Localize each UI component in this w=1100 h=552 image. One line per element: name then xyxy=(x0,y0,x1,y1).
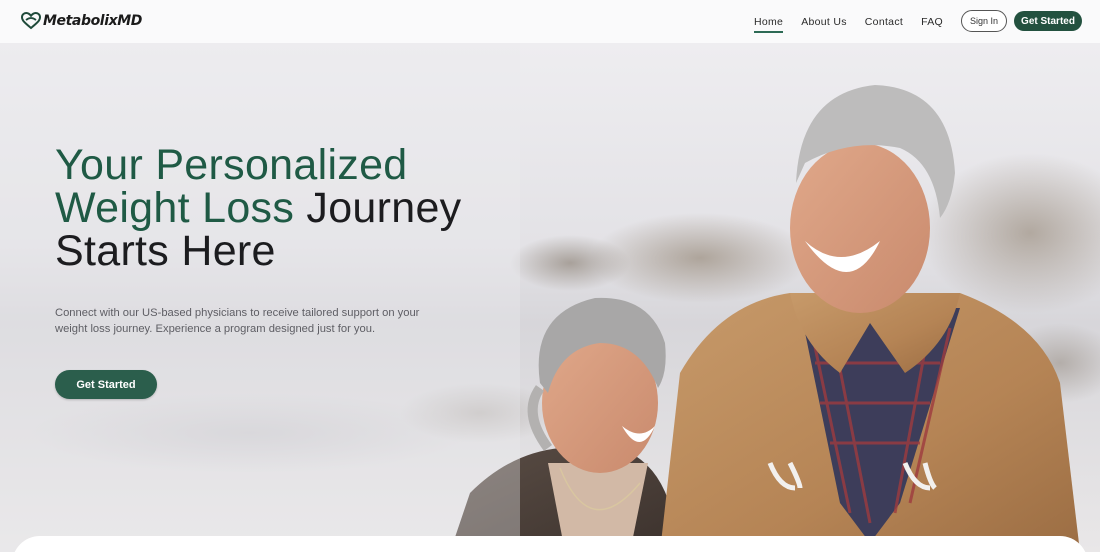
main-nav: Home About Us Contact FAQ xyxy=(736,0,943,43)
hero-get-started-button[interactable]: Get Started xyxy=(55,370,157,399)
logo[interactable]: MetabolixMD xyxy=(21,12,142,30)
site-header: MetabolixMD Home About Us Contact FAQ Si… xyxy=(0,0,1100,43)
hero-subtext: Connect with our US-based physicians to … xyxy=(55,307,420,335)
nav-about-us[interactable]: About Us xyxy=(801,13,847,31)
nav-faq[interactable]: FAQ xyxy=(921,13,943,31)
heart-logo-icon xyxy=(21,12,41,30)
header-get-started-button[interactable]: Get Started xyxy=(1014,11,1082,31)
nav-home[interactable]: Home xyxy=(753,13,784,33)
nav-contact[interactable]: Contact xyxy=(865,13,903,31)
logo-text: MetabolixMD xyxy=(43,13,142,29)
hero-headline: Your Personalized Weight Loss Journey St… xyxy=(55,144,515,273)
hero-section: Your Personalized Weight Loss Journey St… xyxy=(0,43,1100,552)
sign-in-button[interactable]: Sign In xyxy=(961,10,1007,32)
content-card-edge xyxy=(12,536,1088,552)
hero-photo xyxy=(0,43,1100,552)
